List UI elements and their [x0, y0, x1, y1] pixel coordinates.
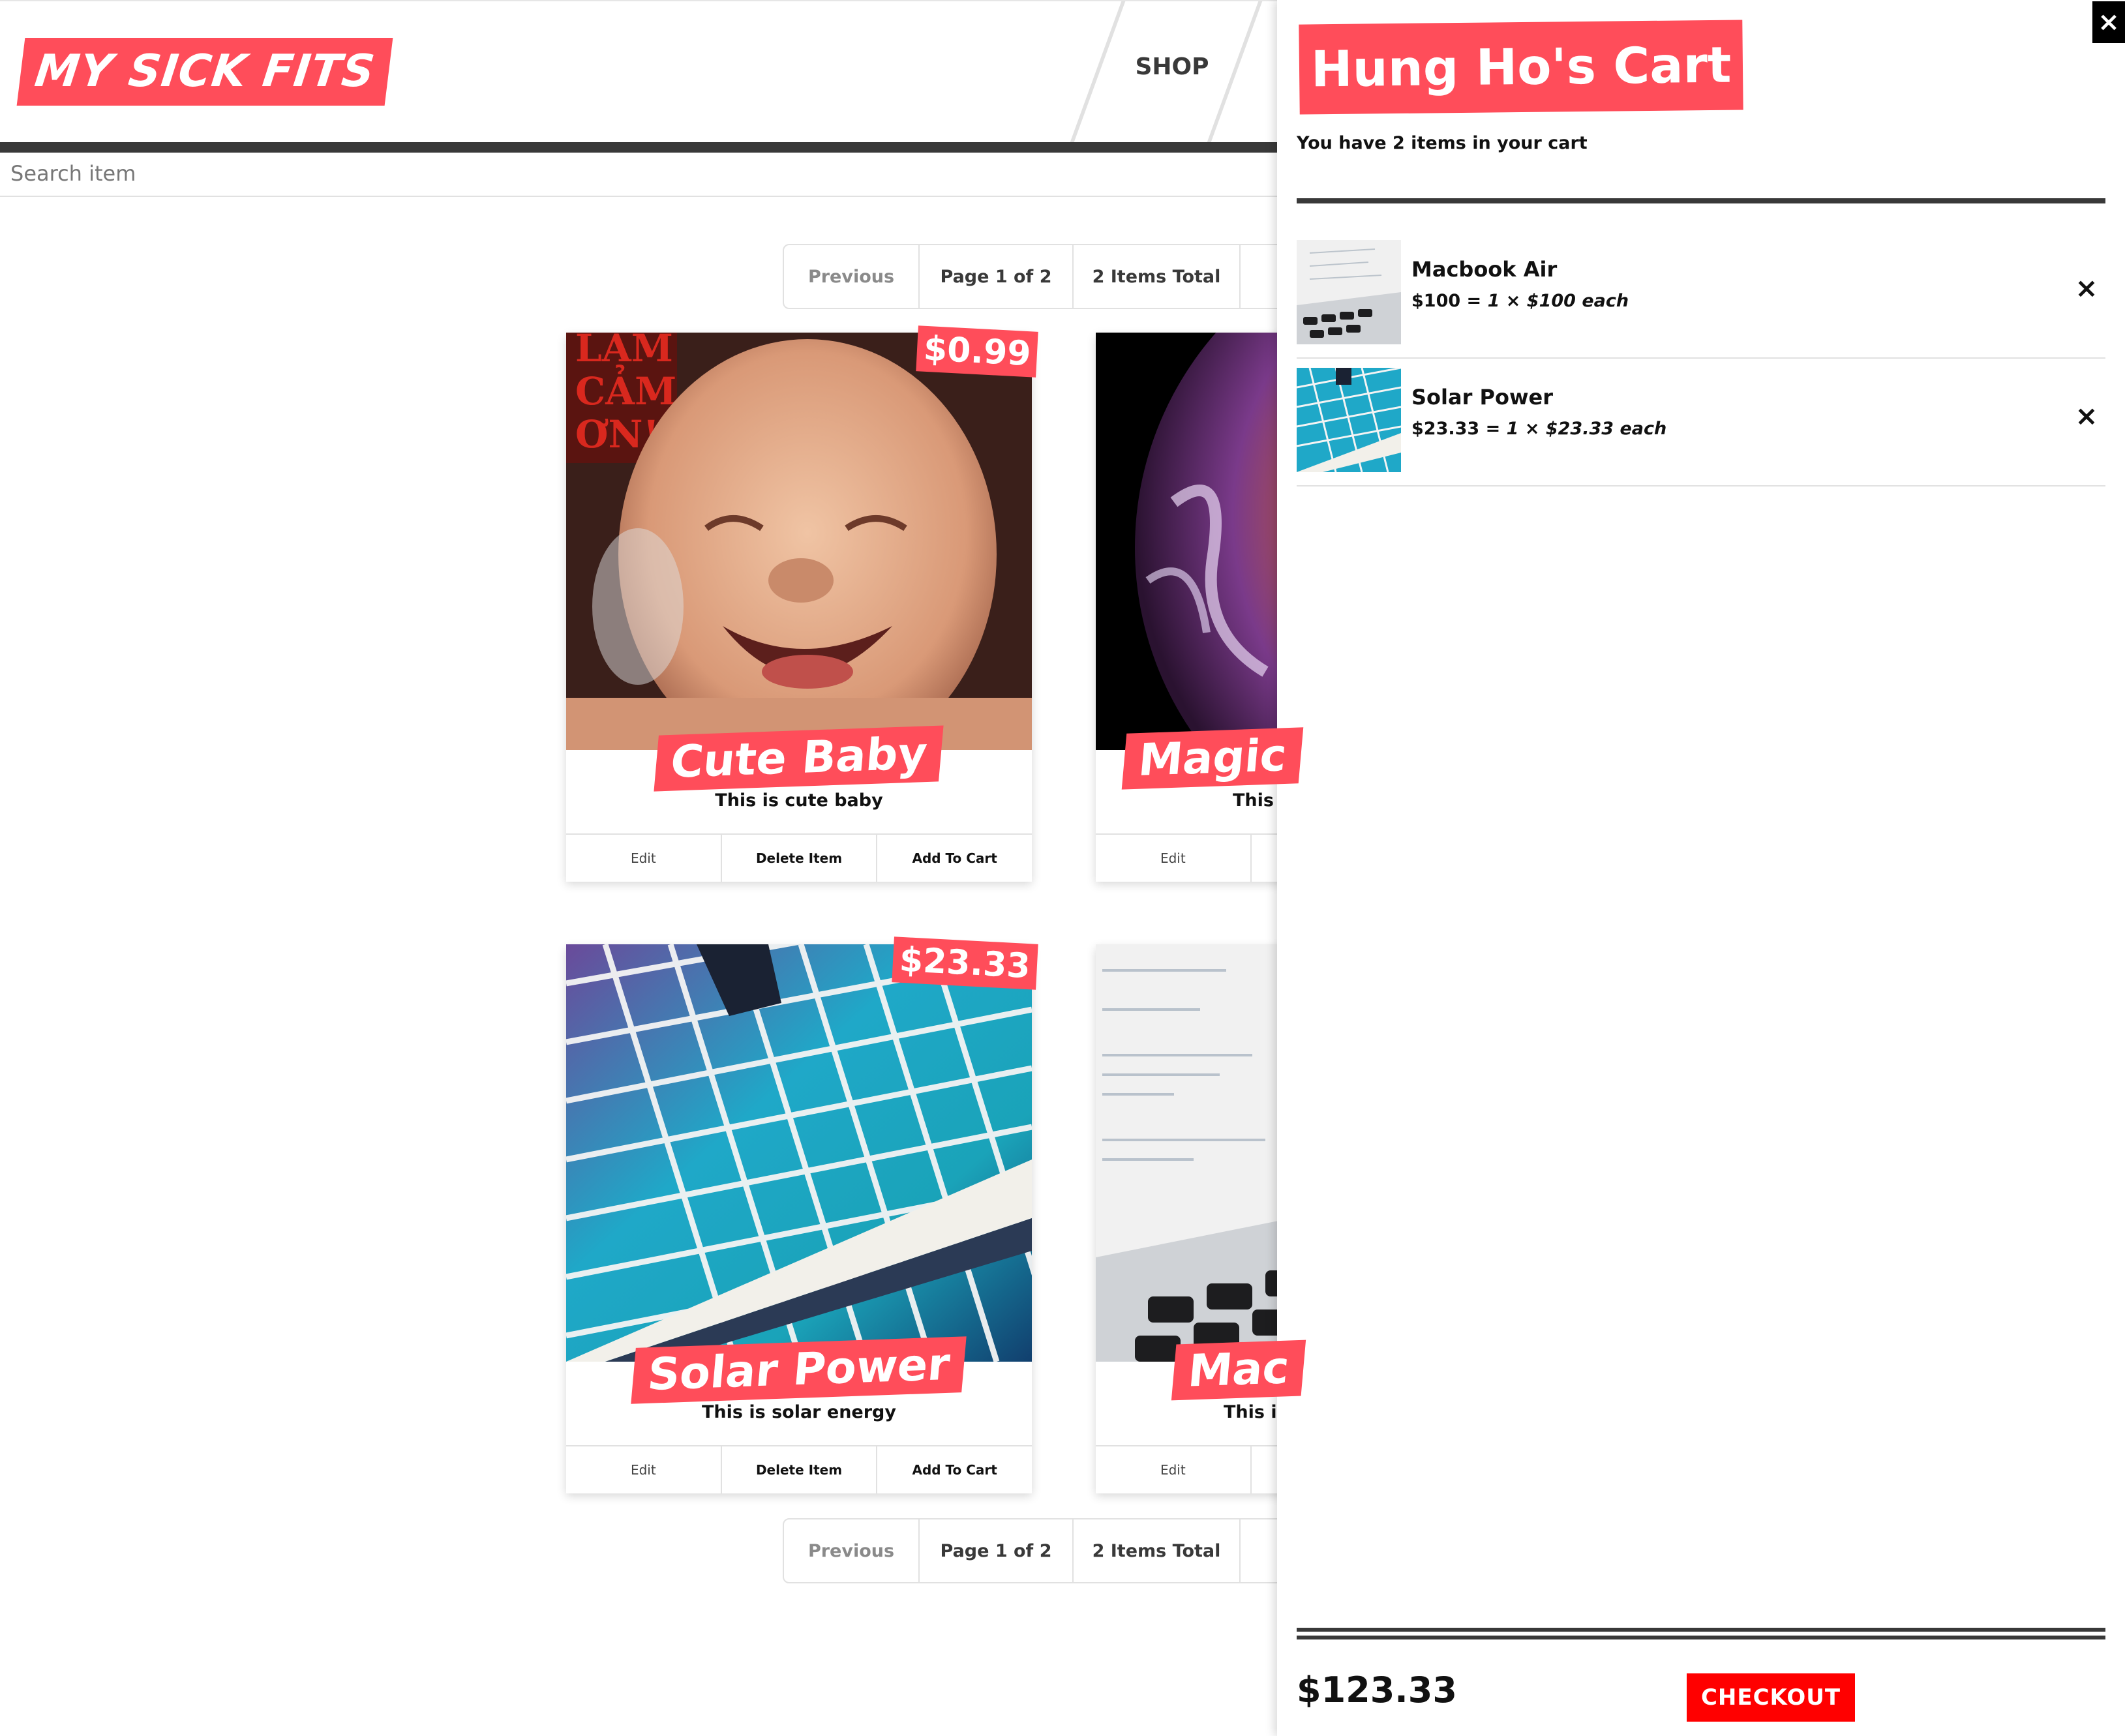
price-tag: $23.33 [892, 936, 1038, 990]
add-to-cart-button[interactable]: Add To Cart [877, 835, 1032, 882]
delete-item-button[interactable]: Delete Item [721, 1446, 878, 1493]
cart-item-detail: 1 × $100 each [1487, 291, 1629, 311]
cart-item-equals: = [1479, 419, 1507, 439]
cart-title: Hung Ho's Cart [1299, 20, 1744, 115]
cart-item: Solar Power $23.33 = 1 × $23.33 each × [1297, 357, 2105, 486]
cart-item-equals: = [1460, 291, 1488, 311]
cart-item-name: Macbook Air [1411, 257, 1558, 282]
pagination-page-indicator: Page 1 of 2 [920, 245, 1074, 308]
product-image-solar[interactable] [566, 944, 1032, 1362]
pagination-previous[interactable]: Previous [784, 245, 920, 308]
edit-button[interactable]: Edit [566, 835, 722, 882]
price-tag: $0.99 [915, 325, 1038, 378]
cart-item-thumbnail [1297, 240, 1401, 344]
product-title[interactable]: Solar Power [566, 1336, 1032, 1404]
cart-item-detail: 1 × $23.33 each [1506, 419, 1667, 439]
cart-divider [1297, 198, 2105, 203]
cart-item-count: You have 2 items in your cart [1297, 133, 1588, 153]
edit-button[interactable]: Edit [1096, 835, 1252, 882]
cart-total: $123.33 [1297, 1669, 1457, 1711]
product-card: LÀM CẢM ƠN! $0.99 Cute Baby This is cute… [566, 325, 1038, 882]
product-actions: Edit Delete Item Add To Cart [566, 833, 1032, 882]
cart-item: Macbook Air $100 = 1 × $100 each × [1297, 230, 2105, 359]
svg-text:CẢM: CẢM [575, 365, 676, 413]
cart-item-name: Solar Power [1411, 385, 1553, 410]
pagination-items-total: 2 Items Total [1074, 1519, 1241, 1582]
cart-item-line-total: $100 [1411, 291, 1461, 311]
search-input[interactable] [0, 151, 1239, 196]
delete-item-button[interactable]: Delete Item [721, 835, 878, 882]
add-to-cart-button[interactable]: Add To Cart [877, 1446, 1032, 1493]
product-title[interactable]: Cute Baby [566, 725, 1032, 792]
nav-shop-link[interactable]: SHOP [1117, 53, 1228, 80]
cart-footer-divider [1297, 1628, 2105, 1632]
cart-item-line-total: $23.33 [1411, 419, 1480, 439]
product-actions: Edit Delete Item Add To Cart [566, 1445, 1032, 1493]
checkout-button[interactable]: CHECKOUT [1687, 1673, 1855, 1722]
cart-footer-divider [1297, 1636, 2105, 1639]
edit-button[interactable]: Edit [566, 1446, 722, 1493]
pagination-previous[interactable]: Previous [784, 1519, 920, 1582]
product-image-baby[interactable]: LÀM CẢM ƠN! [566, 333, 1032, 750]
pagination-items-total: 2 Items Total [1074, 245, 1241, 308]
cart-panel: × Hung Ho's Cart You have 2 items in you… [1277, 0, 2125, 1736]
product-description: This is cute baby [715, 790, 883, 811]
cart-item-price: $100 = 1 × $100 each [1411, 291, 1629, 311]
pagination-page-indicator: Page 1 of 2 [920, 1519, 1074, 1582]
remove-item-button[interactable]: × [2070, 397, 2103, 436]
product-title-text[interactable]: Mac [1171, 1339, 1306, 1401]
product-card: $23.33 Solar Power This is solar energy … [566, 936, 1038, 1493]
product-title-text[interactable]: Cute Baby [654, 725, 944, 792]
product-title-text[interactable]: Solar Power [631, 1336, 967, 1404]
logo[interactable]: MY SICK FITS [16, 38, 393, 106]
product-title-text[interactable]: Magic [1121, 727, 1304, 790]
product-title[interactable]: Magic [1096, 727, 1561, 790]
product-title[interactable]: Mac [1096, 1339, 1561, 1401]
product-description: This is solar energy [702, 1402, 896, 1422]
cart-item-price: $23.33 = 1 × $23.33 each [1411, 419, 1666, 439]
remove-item-button[interactable]: × [2070, 269, 2103, 308]
close-icon[interactable]: × [2092, 1, 2125, 43]
edit-button[interactable]: Edit [1096, 1446, 1252, 1493]
svg-text:LÀM: LÀM [575, 333, 673, 370]
cart-item-thumbnail [1297, 368, 1401, 472]
